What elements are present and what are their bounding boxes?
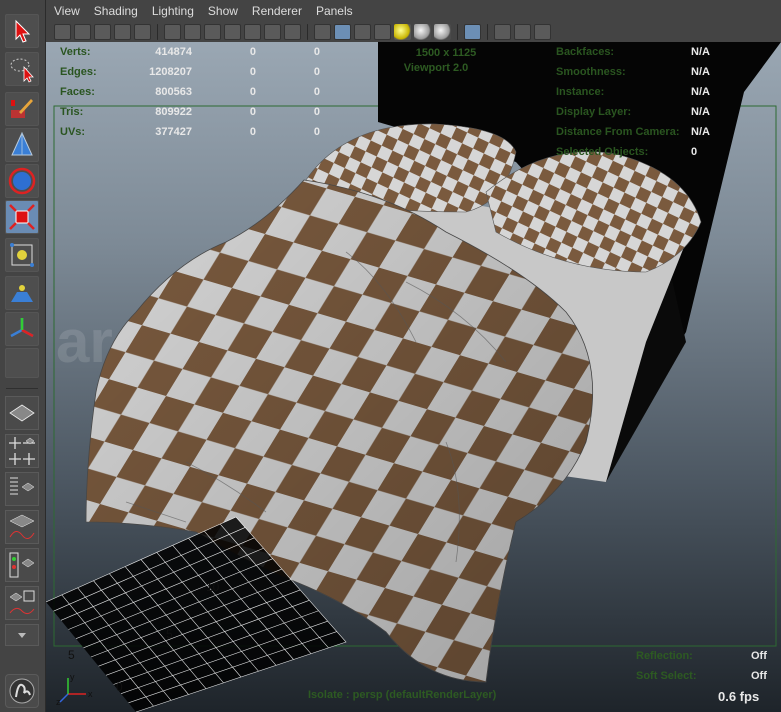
grid-label: 0 bbox=[116, 680, 123, 694]
smooth-shade-icon[interactable] bbox=[334, 24, 351, 40]
hud-row: Display Layer: N/A bbox=[556, 106, 710, 118]
x-ray-icon[interactable] bbox=[494, 24, 511, 40]
toolbox bbox=[0, 0, 46, 712]
lasso-tool-icon[interactable] bbox=[5, 52, 39, 86]
select-tool-icon[interactable] bbox=[5, 14, 39, 48]
bookmarks-icon[interactable] bbox=[94, 24, 111, 40]
grid-label: 10 bbox=[206, 580, 220, 594]
view-axis-icon: x y z bbox=[56, 672, 93, 706]
scale-tool-icon[interactable] bbox=[5, 200, 39, 234]
panel-toolbar bbox=[46, 22, 781, 42]
menu-shading[interactable]: Shading bbox=[94, 4, 138, 18]
hud-row: Faces: 800563 0 0 bbox=[60, 86, 320, 98]
shadows-icon[interactable] bbox=[414, 24, 431, 40]
select-camera-icon[interactable] bbox=[54, 24, 71, 40]
reflection-value: Off bbox=[751, 650, 767, 662]
viewport-menu-bar: View Shading Lighting Show Renderer Pane… bbox=[46, 0, 781, 22]
hud-row: Edges: 1208207 0 0 bbox=[60, 66, 320, 78]
hud-row: Instance: N/A bbox=[556, 86, 710, 98]
single-pane-layout-icon[interactable] bbox=[5, 396, 39, 430]
outliner-persp-layout-icon[interactable] bbox=[5, 472, 39, 506]
soft-select-label: Soft Select: bbox=[636, 670, 697, 682]
x-ray-active-components-icon[interactable] bbox=[534, 24, 551, 40]
four-pane-layout-icon[interactable] bbox=[5, 434, 39, 468]
image-plane-icon[interactable] bbox=[114, 24, 131, 40]
paint-select-tool-icon[interactable] bbox=[5, 92, 39, 126]
menu-view[interactable]: View bbox=[54, 4, 80, 18]
last-tool-icon[interactable] bbox=[5, 348, 39, 378]
svg-text:x: x bbox=[88, 689, 93, 699]
menu-lighting[interactable]: Lighting bbox=[152, 4, 194, 18]
x-ray-joints-icon[interactable] bbox=[514, 24, 531, 40]
hud-row: Backfaces: N/A bbox=[556, 46, 710, 58]
show-manipulator-icon[interactable] bbox=[5, 312, 39, 346]
camera-attributes-icon[interactable] bbox=[74, 24, 91, 40]
use-all-lights-icon[interactable] bbox=[394, 24, 411, 40]
grid-label: 5 bbox=[166, 627, 173, 641]
film-gate-icon[interactable] bbox=[184, 24, 201, 40]
safe-title-icon[interactable] bbox=[284, 24, 301, 40]
persp-graph-layout-icon[interactable] bbox=[5, 510, 39, 544]
soft-mod-tool-icon[interactable] bbox=[5, 276, 39, 310]
wireframe-icon[interactable] bbox=[314, 24, 331, 40]
maya-logo-icon[interactable] bbox=[5, 674, 39, 708]
hud-row: UVs: 377427 0 0 bbox=[60, 126, 320, 138]
layout-dropdown-icon[interactable] bbox=[5, 624, 39, 646]
maya-window: View Shading Lighting Show Renderer Pane… bbox=[0, 0, 781, 712]
svg-text:y: y bbox=[70, 672, 75, 682]
move-tool-icon[interactable] bbox=[5, 128, 39, 162]
hypershade-layout-icon[interactable] bbox=[5, 548, 39, 582]
resolution-gate-icon[interactable] bbox=[204, 24, 221, 40]
hud-row: Verts: 414874 0 0 bbox=[60, 46, 320, 58]
menu-renderer[interactable]: Renderer bbox=[252, 4, 302, 18]
universal-manipulator-icon[interactable] bbox=[5, 238, 39, 272]
field-chart-icon[interactable] bbox=[244, 24, 261, 40]
object-details-hud: Backfaces: N/A Smoothness: N/A Instance: N/… bbox=[556, 42, 710, 162]
soft-select-value: Off bbox=[751, 670, 767, 682]
hud-row: Selected Objects: 0 bbox=[556, 146, 698, 158]
persp-outliner-graph-layout-icon[interactable] bbox=[5, 586, 39, 620]
hud-row: Tris: 809922 0 0 bbox=[60, 106, 320, 118]
rotate-tool-icon[interactable] bbox=[5, 164, 39, 198]
perspective-viewport[interactable]: archive3d.com bbox=[46, 42, 781, 712]
resolution-readout: 1500 x 1125 bbox=[415, 47, 477, 59]
grid-label: 5 bbox=[68, 648, 75, 662]
poly-count-hud: Verts: 414874 0 0 Edges: 1208207 0 0 Fac… bbox=[60, 42, 320, 142]
safe-action-icon[interactable] bbox=[264, 24, 281, 40]
reflection-label: Reflection: bbox=[636, 650, 693, 662]
svg-text:z: z bbox=[56, 697, 61, 706]
isolate-select-icon[interactable] bbox=[464, 24, 481, 40]
gate-mask-icon[interactable] bbox=[224, 24, 241, 40]
menu-show[interactable]: Show bbox=[208, 4, 238, 18]
fps-readout: 0.6 fps bbox=[718, 689, 760, 704]
textured-icon[interactable] bbox=[374, 24, 391, 40]
grid-icon[interactable] bbox=[164, 24, 181, 40]
2d-pan-zoom-icon[interactable] bbox=[134, 24, 151, 40]
wireframe-on-shaded-icon[interactable] bbox=[354, 24, 371, 40]
hud-row: Distance From Camera: N/A bbox=[556, 126, 710, 138]
menu-panels[interactable]: Panels bbox=[316, 4, 353, 18]
screen-space-ao-icon[interactable] bbox=[434, 24, 451, 40]
camera-label: Isolate : persp (defaultRenderLayer) bbox=[308, 689, 497, 701]
hud-row: Smoothness: N/A bbox=[556, 66, 710, 78]
renderer-readout: Viewport 2.0 bbox=[403, 62, 469, 74]
